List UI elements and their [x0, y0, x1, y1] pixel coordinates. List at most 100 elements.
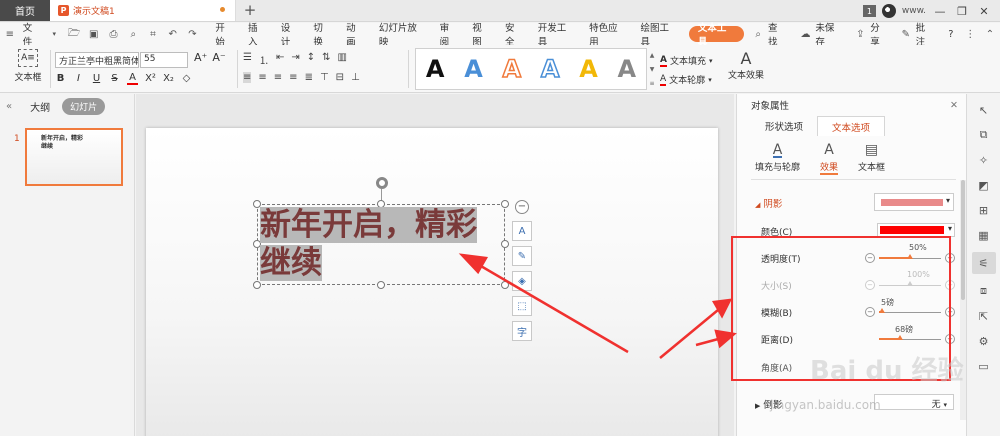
- subtab-textbox[interactable]: ▤ 文本框: [858, 142, 885, 175]
- design-icon[interactable]: ◩: [975, 177, 993, 193]
- help-button[interactable]: ?: [941, 23, 960, 45]
- italic-button[interactable]: I: [73, 73, 84, 84]
- subtab-effects[interactable]: A 效果: [820, 142, 839, 175]
- user-avatar[interactable]: [881, 4, 896, 18]
- select-icon[interactable]: ↖: [975, 102, 993, 118]
- help-panel-icon[interactable]: ⚙: [975, 333, 993, 349]
- property-panel-title[interactable]: 对象属性: [751, 98, 789, 112]
- grow-font-button[interactable]: A⁺: [194, 51, 207, 64]
- line-spacing-icon[interactable]: ↕: [307, 52, 315, 67]
- font-size-select[interactable]: 55: [140, 52, 188, 68]
- document-tab[interactable]: P 演示文稿1: [50, 0, 236, 21]
- expand-gallery-icon[interactable]: ≡: [649, 80, 654, 87]
- rotate-handle[interactable]: [376, 177, 388, 189]
- scroll-down-icon[interactable]: ▼: [650, 66, 655, 73]
- character-icon[interactable]: 字: [512, 321, 532, 341]
- open-icon[interactable]: 🗁: [66, 26, 82, 42]
- new-tab-button[interactable]: +: [236, 0, 264, 21]
- subtab-fill-outline[interactable]: A 填充与轮廓: [755, 142, 800, 175]
- textbox-button[interactable]: A≡ 文本框: [8, 49, 48, 83]
- wordart-style-blue-outline[interactable]: A: [540, 56, 560, 82]
- slide-title-text[interactable]: 新年开启，精彩 继续: [260, 206, 500, 282]
- unsaved-status[interactable]: 未保存: [815, 23, 850, 48]
- more-icon[interactable]: ⋮: [962, 26, 978, 42]
- bold-button[interactable]: B: [55, 73, 66, 84]
- search-button[interactable]: 查找: [768, 23, 794, 48]
- slide[interactable]: 新年开启，精彩 继续 − A ✎ ◈ ⬚ 字: [146, 128, 718, 436]
- redo-icon[interactable]: ↷: [185, 26, 201, 42]
- menu-design[interactable]: 设计: [274, 23, 307, 48]
- strikethrough-button[interactable]: S: [109, 73, 120, 84]
- window-count-badge[interactable]: 1: [862, 5, 876, 17]
- numbering-icon[interactable]: ⒈: [259, 52, 269, 67]
- menu-review[interactable]: 审阅: [433, 23, 466, 48]
- minimize-button[interactable]: —: [932, 5, 948, 18]
- comment-button[interactable]: 批注: [916, 23, 942, 48]
- align-left-icon[interactable]: ≡: [243, 72, 252, 83]
- menu-transition[interactable]: 切换: [306, 23, 339, 48]
- align-bottom-icon[interactable]: ⊥: [351, 72, 360, 83]
- restore-button[interactable]: ❐: [954, 5, 970, 18]
- menu-animation[interactable]: 动画: [339, 23, 372, 48]
- font-family-select[interactable]: 方正兰亭中粗黑简体: [55, 52, 139, 68]
- menu-drawing-tools[interactable]: 绘图工具: [633, 23, 684, 48]
- search-icon[interactable]: ⌕: [750, 26, 766, 42]
- menu-security[interactable]: 安全: [498, 23, 531, 48]
- close-panel-button[interactable]: ✕: [950, 100, 958, 111]
- reflection-select[interactable]: 无 ▾: [874, 394, 954, 410]
- columns-icon[interactable]: ▥: [338, 52, 347, 67]
- align-top-icon[interactable]: ⊤: [320, 72, 329, 83]
- text-effect-button[interactable]: A 文本效果: [723, 49, 769, 81]
- shadow-section-header[interactable]: ◢ 阴影: [755, 196, 782, 210]
- wordart-style-black[interactable]: A: [426, 57, 445, 81]
- table-icon[interactable]: ⊞: [975, 202, 993, 218]
- slide-thumbnail[interactable]: 新年开启，精彩继续: [25, 128, 123, 186]
- share-button[interactable]: 分享: [870, 23, 896, 48]
- undo-icon[interactable]: ↶: [165, 26, 181, 42]
- tab-slides[interactable]: 幻灯片: [62, 97, 106, 115]
- menu-text-tools[interactable]: 文本工具: [688, 23, 745, 48]
- close-window-button[interactable]: ✕: [976, 5, 992, 18]
- text-direction-icon[interactable]: ⇅: [322, 52, 330, 67]
- resize-handle[interactable]: [377, 281, 385, 289]
- user-name[interactable]: www.: [902, 6, 926, 16]
- resize-handle[interactable]: [253, 281, 261, 289]
- menu-developer[interactable]: 开发工具: [531, 23, 582, 48]
- layout-icon[interactable]: A: [512, 221, 532, 241]
- format-painter-icon[interactable]: ⌗: [145, 26, 161, 42]
- resize-handle[interactable]: [501, 281, 509, 289]
- justify-icon[interactable]: ≡: [289, 72, 297, 83]
- shadow-color-select[interactable]: ▾: [877, 223, 955, 237]
- menu-slideshow[interactable]: 幻灯片放映: [372, 23, 433, 48]
- collapse-toolbar-button[interactable]: −: [515, 200, 529, 214]
- home-tab[interactable]: 首页: [0, 0, 50, 21]
- wordart-style-gray[interactable]: A: [618, 57, 637, 81]
- align-center-icon[interactable]: ≡: [258, 72, 266, 83]
- shape-icon[interactable]: ⧉: [975, 127, 993, 143]
- collapse-panel-icon[interactable]: «: [6, 101, 12, 112]
- archive-icon[interactable]: ▭: [975, 358, 993, 374]
- pen-icon[interactable]: ✎: [512, 246, 532, 266]
- shadow-preset-select[interactable]: ▾: [874, 193, 954, 211]
- tab-shape-options[interactable]: 形状选项: [751, 116, 817, 136]
- print-preview-icon[interactable]: ⌕: [125, 26, 141, 42]
- fill-icon[interactable]: ◈: [512, 271, 532, 291]
- menu-icon[interactable]: ≡: [2, 26, 18, 42]
- print-icon[interactable]: ⎙: [106, 26, 122, 42]
- bullets-icon[interactable]: ☰: [243, 52, 252, 67]
- text-fill-button[interactable]: A 文本填充 ▾: [660, 54, 713, 67]
- collapse-ribbon-icon[interactable]: ⌃: [982, 26, 998, 42]
- animation-icon[interactable]: ✧: [975, 152, 993, 168]
- share-panel-icon[interactable]: ⇱: [975, 308, 993, 324]
- menu-features[interactable]: 特色应用: [582, 23, 633, 48]
- wordart-style-blue[interactable]: A: [464, 57, 483, 81]
- decrease-indent-icon[interactable]: ⇤: [276, 52, 284, 67]
- resize-handle[interactable]: [501, 240, 509, 248]
- tab-outline[interactable]: 大纲: [30, 99, 50, 114]
- backup-icon[interactable]: ⧈: [975, 283, 993, 299]
- font-color-button[interactable]: A: [127, 72, 138, 85]
- wordart-style-orange-outline[interactable]: A: [502, 56, 522, 82]
- picture-icon[interactable]: ▦: [975, 227, 993, 243]
- superscript-button[interactable]: X²: [145, 73, 156, 84]
- subscript-button[interactable]: X₂: [163, 73, 174, 84]
